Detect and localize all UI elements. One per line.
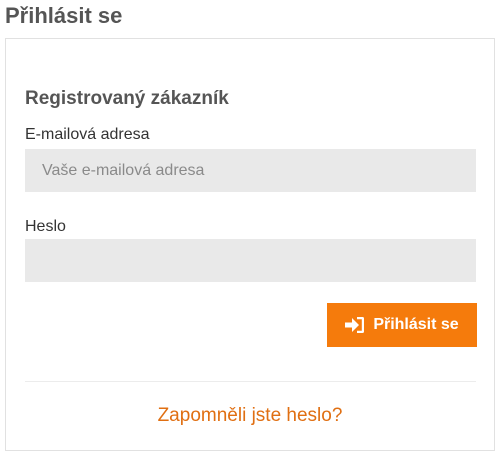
divider xyxy=(25,381,476,382)
page-title: Přihlásit se xyxy=(5,3,123,28)
password-field[interactable] xyxy=(25,239,476,282)
email-label: E-mailová adresa xyxy=(25,126,150,143)
login-card: Registrovaný zákazník E-mailová adresa H… xyxy=(5,38,495,451)
registered-customer-heading: Registrovaný zákazník xyxy=(25,88,229,109)
sign-in-icon xyxy=(345,316,365,334)
email-field[interactable] xyxy=(25,149,476,192)
login-button-label: Přihlásit se xyxy=(373,316,459,333)
forgot-password-link[interactable]: Zapomněli jste heslo? xyxy=(6,404,494,428)
login-button[interactable]: Přihlásit se xyxy=(327,303,477,347)
password-label: Heslo xyxy=(25,218,66,235)
